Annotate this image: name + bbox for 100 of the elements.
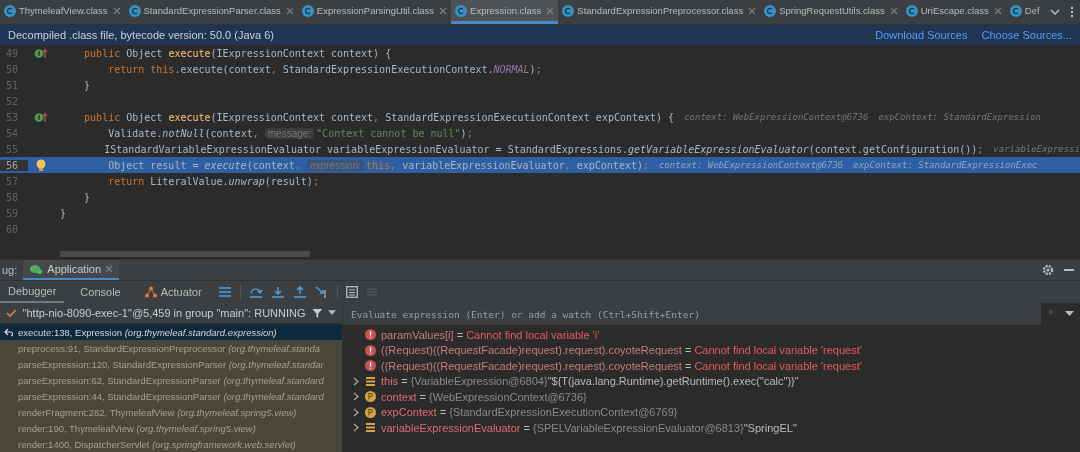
stack-frame[interactable]: parseExpression:44, StandardExpressionParser (org.thymeleaf.standard — [0, 388, 342, 404]
variable-entry[interactable]: variableExpressionEvaluator = {SPELVariableExpressionEvaluator@6813}"SpringEL" — [381, 421, 797, 434]
line-number: 55 — [5, 143, 20, 155]
file-tab[interactable]: UriEscape.class — [901, 0, 1006, 24]
inline-debug-value: context: WebExpressionContext@6736 — [684, 112, 869, 122]
nodes-icon — [144, 286, 157, 298]
code-token: ) — [460, 127, 467, 139]
close-icon[interactable] — [889, 6, 898, 15]
thread-selector[interactable]: "http-nio-8090-exec-1"@5,459 in group "main": RUNNING — [22, 307, 306, 319]
code-token: (IExpressionContext context) { — [210, 47, 392, 59]
variable-entry[interactable]: ((Request)((RequestFacade)request).request).coyoteRequest = Cannot find local variable 'request' — [381, 359, 862, 372]
code-token: Object result = — [107, 159, 200, 171]
override-marker-icon[interactable] — [34, 47, 48, 59]
variable-entry[interactable]: context = {WebExpressionContext@6736} — [381, 390, 587, 403]
code-token: } — [83, 191, 91, 203]
code-token: Object — [126, 47, 164, 59]
horizontal-scrollbar[interactable] — [60, 251, 310, 257]
banner-message: Decompiled .class file, bytecode version: 50.0 (Java 6) — [8, 29, 274, 41]
calculator-icon[interactable] — [345, 286, 358, 298]
banner-link[interactable]: Download Sources — [875, 29, 968, 41]
stack-frame[interactable]: parseExpression:120, StandardExpressionParser (org.thymeleaf.standar — [0, 356, 342, 372]
settings-icon[interactable] — [1042, 264, 1054, 276]
dropdown-arrow-icon[interactable] — [1065, 311, 1074, 317]
variable-entry[interactable]: paramValues[i] = Cannot find local variable 'i' — [381, 328, 600, 341]
close-icon[interactable] — [285, 6, 294, 15]
file-tab[interactable]: ExpressionParsingUtil.class — [297, 0, 452, 24]
code-token: .execute(context — [174, 63, 271, 75]
return-arrow-icon — [4, 327, 14, 337]
error-icon — [365, 360, 376, 372]
field-icon — [365, 422, 376, 434]
step-over-icon[interactable] — [248, 286, 263, 298]
line-number: 59 — [5, 207, 20, 219]
code-token: IStandardVariableExpressionEvaluator variableExpressionEvaluator = StandardExpressions. — [103, 143, 629, 155]
file-tab[interactable]: ThymeleafView.class — [0, 0, 125, 24]
line-number: 60 — [5, 223, 20, 235]
variable-entry[interactable]: expContext = {StandardExpressionExecutionContext@6769} — [381, 406, 678, 419]
more-icon[interactable] — [1070, 6, 1074, 18]
close-icon[interactable] — [112, 6, 121, 15]
class-icon — [128, 4, 141, 17]
stack-frame[interactable]: parseExpression:62, StandardExpressionParser (org.thymeleaf.standard — [0, 372, 342, 388]
file-tab[interactable]: StandardExpressionParser.class — [124, 0, 298, 24]
stack-frame[interactable]: renderFragment:282, ThymeleafView (org.thymeleaf.spring5.view) — [0, 404, 342, 420]
variable-entry[interactable]: this = {VariableExpression@6804}"${T(java.lang.Runtime).getRuntime().exec("calc")}" — [381, 375, 799, 388]
dropdown-arrow-icon[interactable] — [328, 310, 336, 316]
code-token: ) — [529, 63, 536, 75]
close-icon[interactable] — [439, 6, 448, 15]
close-icon[interactable] — [546, 6, 555, 15]
line-number: 50 — [5, 63, 20, 75]
parameter-icon — [365, 391, 376, 403]
class-icon — [4, 4, 16, 17]
evaluate-field[interactable]: Evaluate expression (Enter) or add a watch (Ctrl+Shift+Enter) — [343, 303, 1041, 325]
code-token: StandardExpressionExecutionContext expContext) { — [385, 111, 675, 123]
step-out-icon[interactable] — [292, 286, 307, 298]
code-token: , — [252, 127, 260, 139]
stack-frame[interactable]: execute:138, Expression (org.thymeleaf.standard.expression) — [0, 324, 342, 340]
parameter-hint: message: — [264, 127, 315, 139]
chevron-down-icon[interactable] — [1050, 8, 1060, 16]
debugger-tab[interactable]: Console — [72, 281, 129, 303]
lightbulb-icon[interactable] — [36, 158, 46, 172]
debugger-tab[interactable]: Actuator — [136, 281, 210, 303]
file-tab[interactable]: StandardExpressionPreprocessor.class — [558, 0, 761, 24]
code-token: variableExpressionEvaluator — [402, 159, 565, 171]
file-tab[interactable]: Expression.class — [451, 0, 559, 24]
override-marker-icon[interactable] — [34, 111, 48, 123]
code-token: public — [83, 111, 122, 123]
code-token: getVariableExpressionEvaluator — [628, 143, 809, 155]
menu-icon[interactable] — [217, 286, 232, 298]
inline-debug-value: expContext: StandardExpression — [878, 112, 1041, 122]
code-token: , — [294, 159, 302, 171]
code-token: (result) — [264, 175, 313, 187]
inline-debug-value: expContext: StandardExpressionExec — [853, 160, 1038, 170]
line-number: 52 — [5, 95, 20, 107]
file-tab[interactable]: Def — [1005, 0, 1044, 24]
session-tab[interactable]: Application — [23, 260, 120, 280]
close-icon[interactable] — [993, 6, 1002, 15]
run-to-cursor-icon[interactable] — [314, 286, 329, 298]
close-icon[interactable] — [748, 6, 757, 15]
line-number: 56 — [0, 159, 28, 171]
inline-debug-value: variableExpressi — [993, 144, 1080, 154]
code-token: execute — [204, 159, 247, 171]
code-token: ; — [312, 175, 319, 187]
code-token: , — [564, 159, 572, 171]
class-icon — [905, 4, 918, 17]
variable-entry[interactable]: ((Request)((RequestFacade)request).request).coyoteRequest = Cannot find local variable 'request' — [381, 344, 862, 357]
minimize-icon[interactable] — [1064, 268, 1074, 272]
code-token: Validate. — [107, 127, 163, 139]
inline-debug-value: context: WebExpressionContext@6736 — [659, 160, 844, 170]
code-token: return — [107, 175, 146, 187]
file-tab[interactable]: SpringRequestUtils.class — [760, 0, 902, 24]
code-token: ; — [535, 63, 542, 75]
stack-frame[interactable]: render:1400, DispatcherServlet (org.springframework.web.servlet) — [0, 436, 342, 452]
close-icon[interactable] — [105, 265, 114, 273]
step-into-icon[interactable] — [270, 286, 285, 298]
stack-frame[interactable]: render:190, ThymeleafView (org.thymeleaf.spring5.view) — [0, 420, 342, 436]
code-token: unwrap — [228, 175, 265, 187]
code-token: notNull — [162, 127, 205, 139]
line-number: 54 — [5, 127, 20, 139]
banner-link[interactable]: Choose Sources... — [981, 29, 1072, 41]
stack-frame[interactable]: preprocess:91, StandardExpressionPreprocessor (org.thymeleaf.standa — [0, 340, 342, 356]
filter-icon[interactable] — [311, 307, 323, 319]
